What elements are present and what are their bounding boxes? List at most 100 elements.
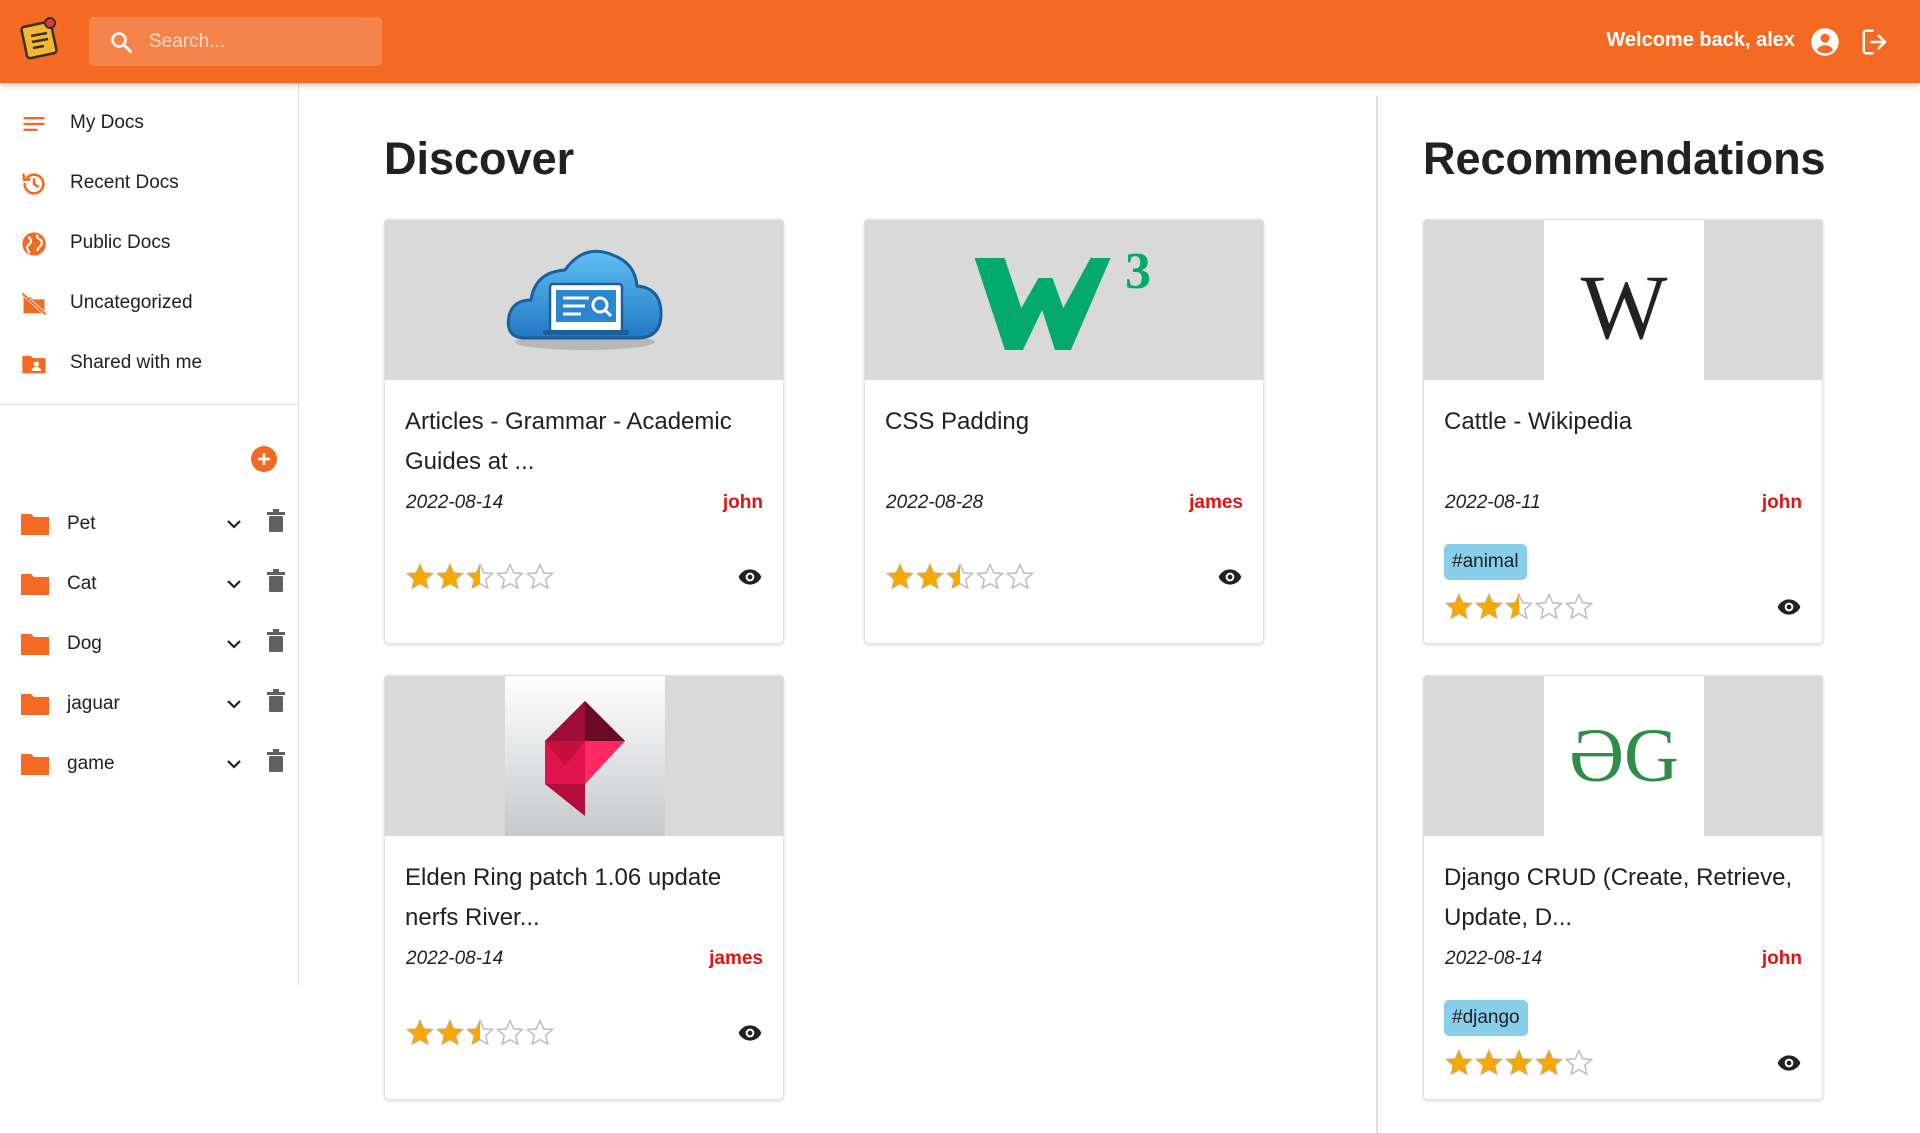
eye-icon[interactable] xyxy=(1776,594,1802,620)
trash-icon[interactable] xyxy=(265,689,287,713)
star-empty-icon[interactable] xyxy=(1564,1048,1594,1078)
card-title[interactable]: Django CRUD (Create, Retrieve, Update, D… xyxy=(1444,858,1809,938)
svg-text:3: 3 xyxy=(1125,243,1151,300)
rating-stars[interactable] xyxy=(1444,1048,1594,1078)
trash-icon[interactable] xyxy=(265,509,287,533)
star-half-icon[interactable] xyxy=(1504,592,1534,622)
tag-badge[interactable]: #django xyxy=(1444,1000,1528,1036)
star-half-icon[interactable] xyxy=(465,1018,495,1048)
add-folder-button[interactable] xyxy=(251,446,277,472)
star-filled-icon[interactable] xyxy=(1474,1048,1504,1078)
gfg-logo: ƏG xyxy=(1544,676,1704,836)
card-date: 2022-08-14 xyxy=(406,492,504,513)
card-date: 2022-08-14 xyxy=(1445,948,1543,969)
sidebar-item-my-docs[interactable]: My Docs xyxy=(0,93,298,153)
wikipedia-logo-text: W xyxy=(1581,256,1668,358)
rating-stars[interactable] xyxy=(885,562,1035,592)
card-author[interactable]: james xyxy=(1189,492,1243,514)
doc-card[interactable]: 3 CSS Padding 2022-08-28 james xyxy=(864,219,1264,644)
sidebar-item-public-docs[interactable]: Public Docs xyxy=(0,213,298,273)
welcome-text: Welcome back, alex xyxy=(1606,29,1795,51)
trash-icon[interactable] xyxy=(265,629,287,653)
folder-icon xyxy=(20,751,50,777)
star-filled-icon[interactable] xyxy=(1474,592,1504,622)
doc-card[interactable]: Elden Ring patch 1.06 update nerfs River… xyxy=(384,675,784,1100)
sidebar-item-label: My Docs xyxy=(70,112,144,133)
card-title[interactable]: Elden Ring patch 1.06 update nerfs River… xyxy=(405,858,770,938)
folder-label: Cat xyxy=(67,573,97,594)
folder-item-jaguar[interactable]: jaguar xyxy=(0,676,298,732)
notes-logo-icon[interactable] xyxy=(20,16,62,60)
folder-item-game[interactable]: game xyxy=(0,736,298,792)
rating-stars[interactable] xyxy=(1444,592,1594,622)
star-empty-icon[interactable] xyxy=(495,1018,525,1048)
card-title[interactable]: Articles - Grammar - Academic Guides at … xyxy=(405,402,770,482)
star-empty-icon[interactable] xyxy=(525,562,555,592)
card-thumbnail: ƏG xyxy=(1424,676,1822,836)
folder-off-icon xyxy=(20,290,48,318)
star-empty-icon[interactable] xyxy=(1564,592,1594,622)
account-circle-icon[interactable] xyxy=(1810,27,1840,57)
folder-item-cat[interactable]: Cat xyxy=(0,556,298,612)
eye-icon[interactable] xyxy=(1776,1050,1802,1076)
chevron-down-icon[interactable] xyxy=(222,572,246,596)
card-thumbnail: 3 xyxy=(865,220,1263,380)
star-filled-icon[interactable] xyxy=(885,562,915,592)
list-icon xyxy=(20,110,48,138)
star-filled-icon[interactable] xyxy=(1444,1048,1474,1078)
eye-icon[interactable] xyxy=(737,1020,763,1046)
star-empty-icon[interactable] xyxy=(1534,592,1564,622)
chevron-down-icon[interactable] xyxy=(222,512,246,536)
star-filled-icon[interactable] xyxy=(915,562,945,592)
folder-item-dog[interactable]: Dog xyxy=(0,616,298,672)
doc-card[interactable]: Articles - Grammar - Academic Guides at … xyxy=(384,219,784,644)
star-empty-icon[interactable] xyxy=(525,1018,555,1048)
sidebar-item-uncategorized[interactable]: Uncategorized xyxy=(0,273,298,333)
search-box[interactable] xyxy=(89,17,382,66)
w3-logo: 3 xyxy=(974,243,1151,350)
star-empty-icon[interactable] xyxy=(1005,562,1035,592)
folder-icon xyxy=(20,571,50,597)
history-icon xyxy=(20,170,48,198)
star-filled-icon[interactable] xyxy=(1534,1048,1564,1078)
star-filled-icon[interactable] xyxy=(1444,592,1474,622)
sidebar-divider xyxy=(0,404,298,405)
search-input[interactable] xyxy=(149,17,369,66)
section-divider xyxy=(1376,96,1378,1133)
star-half-icon[interactable] xyxy=(945,562,975,592)
logout-icon[interactable] xyxy=(1860,27,1890,57)
star-filled-icon[interactable] xyxy=(435,562,465,592)
tag-badge[interactable]: #animal xyxy=(1444,544,1527,580)
eye-icon[interactable] xyxy=(1217,564,1243,590)
folder-icon xyxy=(20,691,50,717)
doc-card[interactable]: ƏG Django CRUD (Create, Retrieve, Update… xyxy=(1423,675,1823,1100)
star-filled-icon[interactable] xyxy=(405,562,435,592)
trash-icon[interactable] xyxy=(265,569,287,593)
star-filled-icon[interactable] xyxy=(435,1018,465,1048)
star-filled-icon[interactable] xyxy=(405,1018,435,1048)
card-author[interactable]: james xyxy=(709,948,763,970)
card-author[interactable]: john xyxy=(1762,948,1802,970)
card-author[interactable]: john xyxy=(1762,492,1802,514)
sidebar-item-recent-docs[interactable]: Recent Docs xyxy=(0,153,298,213)
star-empty-icon[interactable] xyxy=(975,562,1005,592)
folder-item-pet[interactable]: Pet xyxy=(0,496,298,552)
rating-stars[interactable] xyxy=(405,1018,555,1048)
rating-stars[interactable] xyxy=(405,562,555,592)
star-filled-icon[interactable] xyxy=(1504,1048,1534,1078)
doc-card[interactable]: W Cattle - Wikipedia 2022-08-11 john #an… xyxy=(1423,219,1823,644)
card-title[interactable]: CSS Padding xyxy=(885,402,1250,442)
eye-icon[interactable] xyxy=(737,564,763,590)
card-title[interactable]: Cattle - Wikipedia xyxy=(1444,402,1809,442)
card-author[interactable]: john xyxy=(723,492,763,514)
trash-icon[interactable] xyxy=(265,749,287,773)
sidebar-item-shared-with-me[interactable]: Shared with me xyxy=(0,333,298,393)
cloud-search-icon xyxy=(506,249,663,350)
chevron-down-icon[interactable] xyxy=(222,692,246,716)
star-half-icon[interactable] xyxy=(465,562,495,592)
chevron-down-icon[interactable] xyxy=(222,752,246,776)
search-icon xyxy=(109,30,133,54)
folder-label: game xyxy=(67,753,115,774)
star-empty-icon[interactable] xyxy=(495,562,525,592)
chevron-down-icon[interactable] xyxy=(222,632,246,656)
